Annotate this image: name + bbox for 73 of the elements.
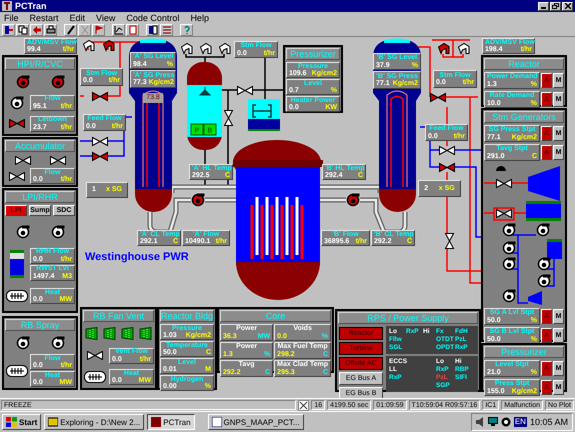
panel-title: RB Spray: [5, 319, 75, 331]
app-icon: [2, 1, 12, 11]
document-icon: [128, 24, 138, 34]
close-icon: [564, 3, 570, 9]
quench-tank-drawing: [248, 99, 280, 131]
back-arrow-icon: [32, 24, 42, 34]
start-button[interactable]: Start: [2, 414, 42, 430]
panel-title: Accumulator: [5, 140, 75, 152]
fan-icon: [85, 327, 98, 340]
printer-button[interactable]: [44, 24, 57, 36]
copy-button[interactable]: [16, 24, 29, 36]
fan-icon: [120, 327, 134, 340]
minimize-button[interactable]: [538, 2, 549, 10]
menu-item[interactable]: View: [96, 12, 116, 22]
help-button[interactable]: [180, 24, 193, 36]
panel-title: RB Fan Vent: [83, 310, 154, 322]
menu-item[interactable]: File: [4, 12, 19, 22]
chart-button[interactable]: [112, 24, 125, 36]
copy-icon: [18, 24, 28, 34]
panel-title: Pressurizer: [286, 48, 340, 60]
globe-icon: [500, 417, 511, 427]
panel-title: Reactor: [484, 58, 564, 70]
panel-title: Reactor Bldg: [160, 310, 214, 322]
monitor-icon: [488, 417, 498, 427]
exit-button[interactable]: [2, 24, 15, 36]
document-button[interactable]: [126, 24, 139, 36]
valve-frame: [493, 207, 515, 221]
window-title: PCTran: [15, 1, 48, 11]
panel-title: HPI/R/CVC: [5, 58, 75, 70]
language-indicator[interactable]: EN: [514, 417, 527, 427]
scissors-icon: [80, 24, 90, 34]
help-icon: [182, 24, 192, 34]
flag-icon: [94, 24, 104, 34]
menu-item[interactable]: Edit: [70, 12, 86, 22]
restore-button[interactable]: [550, 2, 561, 10]
heater-icon: [6, 364, 28, 376]
heater-icon: [84, 371, 106, 384]
restore-icon: [552, 3, 559, 9]
tank-icon: [10, 250, 24, 278]
taskbar-button[interactable]: Exploring - D:\New 2...: [44, 414, 144, 430]
taskbar-button[interactable]: PCTran: [147, 414, 195, 430]
pen-icon: [66, 24, 76, 34]
panel-title: Pressurizer: [484, 346, 564, 358]
fan-icon: [103, 327, 116, 340]
app-icon: [151, 417, 162, 427]
exit-icon: [4, 24, 14, 34]
flag-button[interactable]: [92, 24, 105, 36]
menu-item[interactable]: Code Control: [126, 12, 180, 22]
windows-logo-icon: [6, 417, 17, 427]
heater-icon: [6, 290, 28, 302]
menu-item[interactable]: Restart: [30, 12, 59, 22]
scissors-button[interactable]: [78, 24, 91, 36]
menu-item[interactable]: Help: [190, 12, 209, 22]
printer-icon: [46, 24, 56, 34]
fan-icon: [138, 327, 152, 340]
taskbar-button[interactable]: GNPS_MAAP_PCT...: [208, 414, 304, 430]
list-icon: [162, 24, 172, 34]
panel-icon: [148, 24, 158, 34]
panel-button[interactable]: [146, 24, 159, 36]
panel-title: Stm Generators: [484, 111, 564, 123]
plant-caption: Westinghouse PWR: [85, 251, 189, 263]
back-arrow-button[interactable]: [30, 24, 43, 36]
speaker-icon: [476, 417, 485, 427]
list-button[interactable]: [160, 24, 173, 36]
chart-icon: [114, 24, 124, 34]
panel-title: LPI/RHR: [5, 191, 75, 203]
document-icon: [212, 417, 222, 427]
close-button[interactable]: [562, 2, 573, 10]
folder-icon: [48, 417, 58, 427]
panel-title: Core: [220, 310, 331, 322]
pen-button[interactable]: [64, 24, 77, 36]
clock: 10:05 AM: [530, 417, 568, 427]
panel-title: RPS / Power Supply: [338, 312, 478, 324]
